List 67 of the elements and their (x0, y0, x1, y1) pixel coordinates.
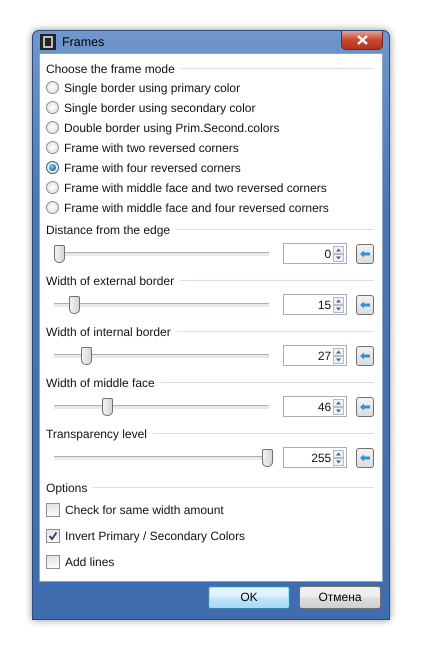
apply-button[interactable] (356, 448, 374, 468)
slider-label: Width of external border (46, 274, 174, 288)
slider-label: Width of middle face (46, 376, 155, 390)
radio-label[interactable]: Frame with two reversed corners (64, 140, 239, 155)
slider[interactable] (54, 398, 270, 416)
slider-thumb[interactable] (262, 448, 273, 467)
checkbox[interactable] (46, 554, 60, 569)
spin-up-icon[interactable] (333, 296, 344, 305)
frame-icon (40, 34, 56, 50)
radio-button[interactable] (46, 181, 59, 194)
checkbox-label[interactable]: Add lines (65, 554, 114, 569)
close-icon (356, 35, 368, 45)
apply-button[interactable] (356, 294, 374, 315)
slider-label: Transparency level (46, 426, 147, 441)
slider-thumb[interactable] (54, 244, 65, 263)
radio-label[interactable]: Frame with middle face and four reversed corners (64, 200, 329, 215)
arrow-left-icon (360, 300, 370, 309)
spin-down-icon[interactable] (333, 254, 344, 262)
radio-label[interactable]: Frame with four reversed corners (64, 160, 241, 175)
checkbox-label[interactable]: Check for same width amount (65, 502, 224, 517)
spin-down-icon[interactable] (333, 406, 344, 415)
spin-up-icon[interactable] (333, 246, 344, 254)
group-heading: Options (46, 480, 88, 495)
slider[interactable] (54, 346, 270, 365)
radio-button[interactable] (46, 141, 59, 154)
spin-up-icon[interactable] (333, 348, 344, 356)
checkbox[interactable] (46, 502, 60, 517)
radio-button[interactable] (46, 121, 59, 134)
number-field[interactable]: 15 (283, 294, 348, 316)
slider[interactable] (54, 296, 270, 314)
arrow-left-icon (360, 352, 370, 360)
ok-button[interactable]: OK (208, 586, 290, 609)
slider-thumb[interactable] (102, 398, 113, 416)
number-field[interactable]: 46 (283, 396, 348, 418)
radio-label[interactable]: Frame with middle face and two reversed corners (64, 180, 327, 195)
radio-label[interactable]: Single border using secondary color (64, 100, 256, 115)
cancel-button[interactable]: Отмена (299, 586, 381, 609)
slider-label: Distance from the edge (46, 222, 170, 237)
slider-thumb[interactable] (81, 346, 92, 365)
spin-down-icon[interactable] (333, 356, 344, 364)
number-field[interactable]: 27 (283, 345, 348, 366)
slider[interactable] (54, 244, 270, 263)
arrow-left-icon (360, 402, 370, 411)
radio-button[interactable] (46, 101, 59, 114)
group-heading: Choose the frame mode (46, 62, 175, 76)
arrow-left-icon (360, 250, 370, 258)
checkbox[interactable] (46, 528, 60, 543)
spin-down-icon[interactable] (333, 304, 344, 313)
radio-button[interactable] (46, 201, 59, 214)
number-field[interactable]: 0 (283, 243, 348, 264)
window-title: Frames (62, 34, 104, 49)
spin-up-icon[interactable] (333, 398, 344, 407)
slider-label: Width of internal border (46, 324, 171, 339)
close-button[interactable] (341, 31, 383, 50)
radio-label[interactable]: Single border using primary color (64, 80, 240, 95)
apply-button[interactable] (356, 346, 374, 366)
spin-up-icon[interactable] (333, 450, 344, 458)
radio-button[interactable] (46, 161, 59, 174)
number-field[interactable]: 255 (283, 447, 348, 468)
radio-button[interactable] (46, 81, 59, 94)
spin-down-icon[interactable] (333, 458, 344, 466)
checkbox-label[interactable]: Invert Primary / Secondary Colors (65, 528, 246, 543)
apply-button[interactable] (356, 244, 374, 264)
slider-thumb[interactable] (68, 296, 80, 314)
radio-label[interactable]: Double border using Prim.Second.colors (64, 120, 280, 135)
arrow-left-icon (360, 454, 370, 462)
apply-button[interactable] (356, 396, 374, 417)
